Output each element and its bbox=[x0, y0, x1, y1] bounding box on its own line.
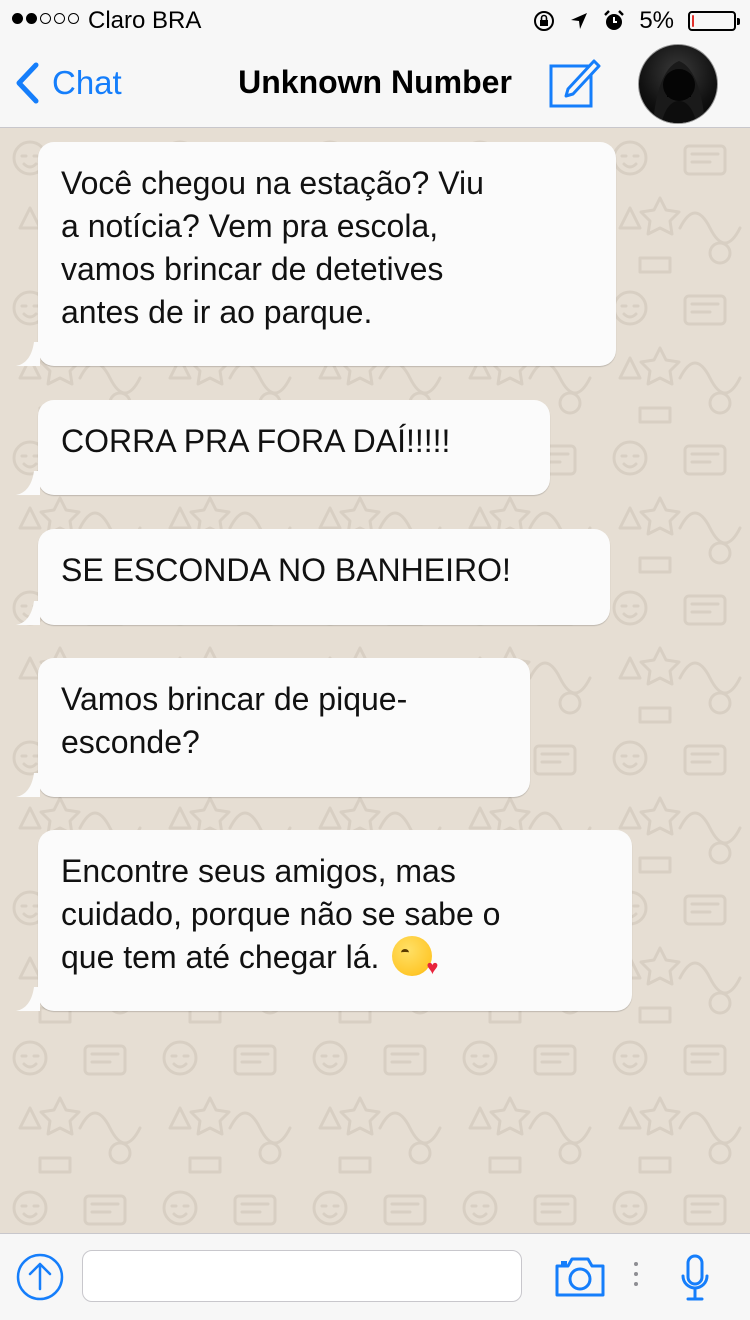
bubble-tail bbox=[16, 471, 40, 495]
message-line: vamos brincar de detetives bbox=[61, 248, 594, 291]
message-line: SE ESCONDA NO BANHEIRO! bbox=[61, 549, 588, 592]
upload-arrow-icon[interactable] bbox=[16, 1253, 64, 1301]
status-bar: Claro BRA 5% bbox=[0, 0, 750, 40]
message-line: Encontre seus amigos, mas bbox=[61, 850, 610, 893]
message-text: SE ESCONDA NO BANHEIRO! bbox=[61, 552, 511, 588]
message-text: que tem até chegar lá. bbox=[61, 939, 380, 975]
message-bubble[interactable]: Você chegou na estação? Viu a notícia? Ve… bbox=[16, 142, 616, 366]
message-text: Vamos brincar de pique- bbox=[61, 681, 408, 717]
bubble-tail bbox=[16, 601, 40, 625]
message-text: antes de ir ao parque. bbox=[61, 294, 373, 330]
message-line: cuidado, porque não se sabe o bbox=[61, 893, 610, 936]
battery-icon bbox=[688, 11, 740, 31]
message-bubble[interactable]: Encontre seus amigos, mas cuidado, porque… bbox=[16, 830, 632, 1011]
bubble-tail bbox=[16, 342, 40, 366]
message-text: Você chegou na estação? Viu bbox=[61, 165, 484, 201]
message-bubble[interactable]: Vamos brincar de pique-esconde? bbox=[16, 658, 530, 797]
camera-icon[interactable] bbox=[554, 1256, 606, 1298]
alarm-icon bbox=[604, 10, 625, 30]
message-text: CORRA PRA FORA DAÍ!!!!! bbox=[61, 423, 451, 459]
message-bubble[interactable]: SE ESCONDA NO BANHEIRO! bbox=[16, 529, 610, 625]
message-text: cuidado, porque não se sabe o bbox=[61, 896, 501, 932]
signal-strength-icon bbox=[12, 13, 79, 24]
chat-area[interactable]: Você chegou na estação? Viu a notícia? Ve… bbox=[0, 128, 750, 1233]
message-line: esconde? bbox=[61, 721, 508, 764]
battery-percent: 5% bbox=[639, 7, 674, 34]
message-text: esconde? bbox=[61, 724, 200, 760]
message-line: antes de ir ao parque. bbox=[61, 291, 594, 334]
bubble-tail bbox=[16, 773, 40, 797]
message-text: vamos brincar de detetives bbox=[61, 251, 444, 287]
nav-bar: Chat Unknown Number bbox=[0, 40, 750, 128]
message-line: a notícia? Vem pra escola, bbox=[61, 205, 594, 248]
message-line: CORRA PRA FORA DAÍ!!!!! bbox=[61, 420, 528, 463]
message-line: Você chegou na estação? Viu bbox=[61, 162, 594, 205]
message-line: Vamos brincar de pique- bbox=[61, 678, 508, 721]
input-bar bbox=[0, 1233, 750, 1320]
message-bubble[interactable]: CORRA PRA FORA DAÍ!!!!! bbox=[16, 400, 550, 495]
separator-dots bbox=[634, 1262, 638, 1286]
message-input[interactable] bbox=[82, 1250, 522, 1302]
message-text: a notícia? Vem pra escola, bbox=[61, 208, 439, 244]
compose-icon[interactable] bbox=[548, 54, 602, 110]
rotation-lock-icon bbox=[534, 11, 555, 31]
face-throwing-kiss-emoji bbox=[392, 936, 438, 978]
contact-avatar[interactable] bbox=[638, 44, 718, 124]
location-arrow-icon bbox=[571, 13, 588, 29]
carrier-name: Claro BRA bbox=[88, 7, 202, 34]
microphone-icon[interactable] bbox=[680, 1254, 710, 1302]
bubble-tail bbox=[16, 987, 40, 1011]
message-text: Encontre seus amigos, mas bbox=[61, 853, 456, 889]
message-line: que tem até chegar lá. bbox=[61, 936, 610, 979]
